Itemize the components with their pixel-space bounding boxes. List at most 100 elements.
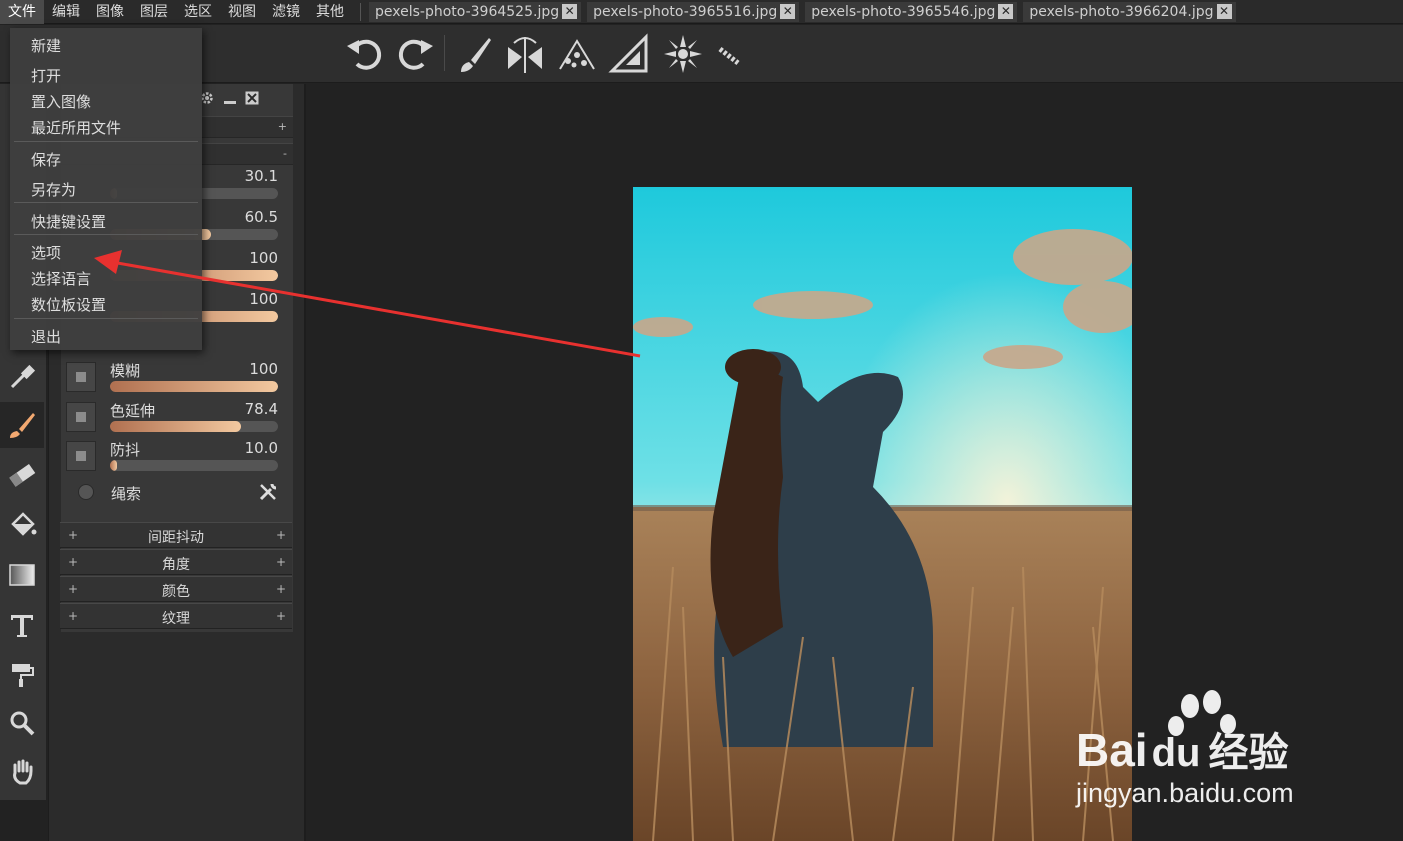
menu-divider xyxy=(360,2,361,21)
menu-item-open[interactable]: 打开 xyxy=(31,65,61,86)
brush-icon[interactable] xyxy=(454,33,496,75)
menu-image[interactable]: 图像 xyxy=(88,0,132,24)
slider-value: 100 xyxy=(249,360,278,378)
slider-value: 10.0 xyxy=(244,439,278,457)
toolbar-divider xyxy=(444,35,445,71)
ruler-icon[interactable] xyxy=(608,33,650,75)
slider-label: 模糊 xyxy=(110,362,141,380)
menu-divider xyxy=(14,202,198,203)
file-menu-dropdown: 新建 打开 置入图像 最近所用文件 保存 另存为 快捷键设置 选项 选择语言 数… xyxy=(10,28,202,350)
menu-item-shortcut-settings[interactable]: 快捷键设置 xyxy=(31,211,106,232)
menu-item-exit[interactable]: 退出 xyxy=(31,326,61,347)
gradient-icon[interactable] xyxy=(0,552,44,598)
scatter-icon[interactable] xyxy=(556,33,598,75)
watermark-brand2: du xyxy=(1151,731,1201,775)
eyedropper-icon[interactable] xyxy=(0,354,44,400)
toolbar xyxy=(0,25,1403,83)
slider-value: 78.4 xyxy=(244,400,278,418)
menu-item-new[interactable]: 新建 xyxy=(31,35,61,56)
tab-label: pexels-photo-3965516.jpg xyxy=(593,3,778,20)
close-icon[interactable]: ✕ xyxy=(1216,4,1232,19)
slider-track[interactable] xyxy=(110,381,278,392)
brush-slider[interactable]: 防抖 10.0 xyxy=(66,437,284,475)
menu-item-save[interactable]: 保存 xyxy=(31,149,61,170)
undo-icon[interactable] xyxy=(344,33,386,75)
tab-label: pexels-photo-3966204.jpg xyxy=(1029,3,1214,20)
tab-label: pexels-photo-3965546.jpg xyxy=(811,3,996,20)
menu-item-place-image[interactable]: 置入图像 xyxy=(31,91,91,112)
section-title: 间距抖动 xyxy=(148,530,204,546)
menu-select[interactable]: 选区 xyxy=(176,0,220,24)
slider-toggle[interactable] xyxy=(66,402,96,432)
slider-track[interactable] xyxy=(110,421,278,432)
zoom-icon[interactable] xyxy=(0,700,44,746)
slider-label: 防抖 xyxy=(110,441,141,459)
expand-icon[interactable]: + xyxy=(276,555,286,569)
section-title: 颜色 xyxy=(162,584,190,600)
close-icon[interactable]: ✕ xyxy=(562,4,578,19)
menu-view[interactable]: 视图 xyxy=(220,0,264,24)
menu-divider xyxy=(14,141,198,142)
brush-slider[interactable]: 模糊 100 xyxy=(66,358,284,396)
expand-icon[interactable]: + xyxy=(278,120,287,133)
brush-slider[interactable]: 色延伸 78.4 xyxy=(66,398,284,436)
close-icon[interactable] xyxy=(245,91,259,105)
expand-icon[interactable]: + xyxy=(276,582,286,596)
menu-item-options[interactable]: 选项 xyxy=(31,242,61,263)
canvas-photo[interactable] xyxy=(633,187,1132,841)
section-spacing-jitter[interactable]: + 间距抖动 + xyxy=(60,522,292,548)
symmetry-icon[interactable] xyxy=(504,33,546,75)
menu-item-tablet-settings[interactable]: 数位板设置 xyxy=(31,294,106,315)
menu-file[interactable]: 文件 xyxy=(0,0,44,24)
brush-icon[interactable] xyxy=(0,402,44,448)
fill-icon[interactable] xyxy=(0,502,44,548)
section-color[interactable]: + 颜色 + xyxy=(60,576,292,602)
slider-value: 30.1 xyxy=(244,167,278,185)
menu-layer[interactable]: 图层 xyxy=(132,0,176,24)
panel-header xyxy=(199,90,259,106)
hand-icon[interactable] xyxy=(0,748,44,794)
menu-item-select-language[interactable]: 选择语言 xyxy=(31,268,91,289)
menu-edit[interactable]: 编辑 xyxy=(44,0,88,24)
watermark-brand: Bai xyxy=(1076,724,1148,776)
collapse-icon[interactable]: - xyxy=(283,147,287,160)
section-title: 纹理 xyxy=(162,611,190,627)
document-tab[interactable]: pexels-photo-3966204.jpg ✕ xyxy=(1023,1,1236,22)
slider-track[interactable] xyxy=(110,460,278,471)
section-angle[interactable]: + 角度 + xyxy=(60,549,292,575)
document-tab[interactable]: pexels-photo-3965516.jpg ✕ xyxy=(587,1,800,22)
mandala-icon[interactable] xyxy=(662,33,704,75)
slider-fill xyxy=(110,460,117,471)
watermark-url: jingyan.baidu.com xyxy=(1076,778,1294,808)
slider-toggle[interactable] xyxy=(66,362,96,392)
slider-toggle[interactable] xyxy=(66,441,96,471)
lasso-radio[interactable] xyxy=(78,484,94,500)
document-tab[interactable]: pexels-photo-3964525.jpg ✕ xyxy=(369,1,582,22)
pencil-line-icon[interactable] xyxy=(708,33,750,75)
wrench-icon[interactable] xyxy=(258,482,278,506)
menu-item-recent-files[interactable]: 最近所用文件 xyxy=(31,117,121,138)
minimize-icon[interactable] xyxy=(223,91,237,105)
text-icon[interactable] xyxy=(0,602,44,648)
menubar: 文件 编辑 图像 图层 选区 视图 滤镜 其他 pexels-photo-396… xyxy=(0,0,1403,24)
watermark-cn: 经验 xyxy=(1208,731,1289,775)
section-texture[interactable]: + 纹理 + xyxy=(60,603,292,629)
baidu-watermark: Bai du 经验 jingyan.baidu.com xyxy=(1072,690,1352,820)
menu-filter[interactable]: 滤镜 xyxy=(264,0,308,24)
close-icon[interactable]: ✕ xyxy=(998,4,1014,19)
document-tab[interactable]: pexels-photo-3965546.jpg ✕ xyxy=(805,1,1018,22)
menu-other[interactable]: 其他 xyxy=(308,0,352,24)
paint-roller-icon[interactable] xyxy=(0,652,44,698)
eraser-icon[interactable] xyxy=(0,452,44,498)
slider-value: 60.5 xyxy=(244,208,278,226)
redo-icon[interactable] xyxy=(394,33,436,75)
lasso-label: 绳索 xyxy=(111,485,142,503)
slider-fill xyxy=(110,421,242,432)
close-icon[interactable]: ✕ xyxy=(780,4,796,19)
menu-divider xyxy=(14,318,198,319)
expand-icon[interactable]: + xyxy=(276,528,286,542)
slider-value: 100 xyxy=(249,290,278,308)
expand-icon[interactable]: + xyxy=(276,609,286,623)
menu-item-save-as[interactable]: 另存为 xyxy=(31,179,76,200)
menu-divider xyxy=(14,234,198,235)
